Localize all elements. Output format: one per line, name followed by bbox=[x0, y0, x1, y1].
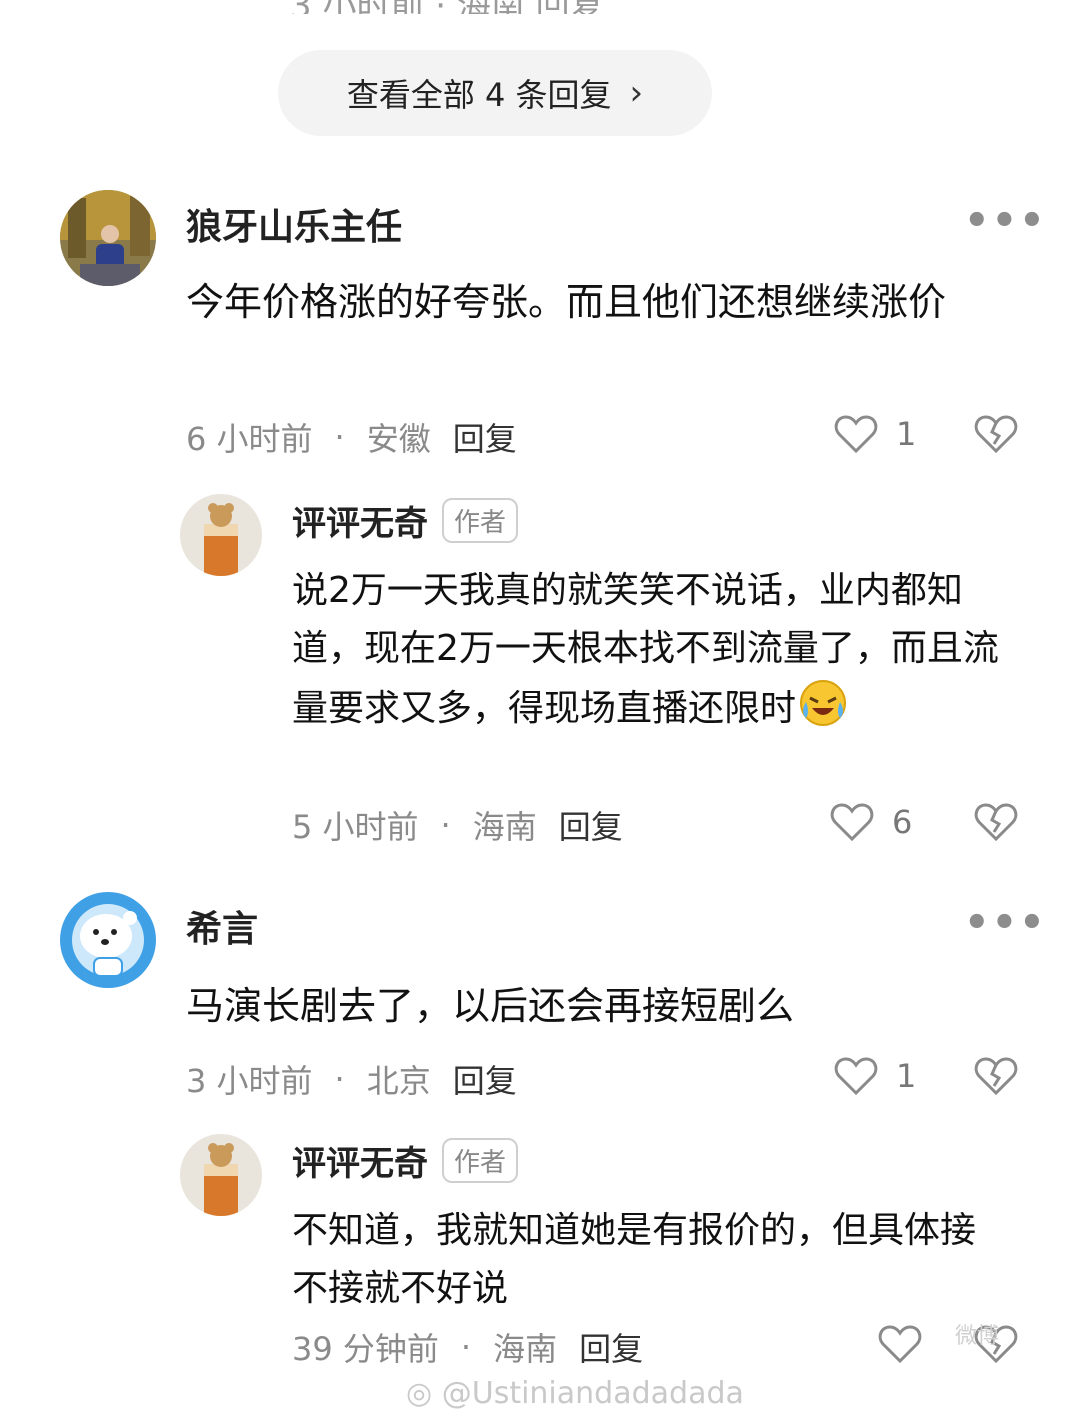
heart-icon[interactable] bbox=[878, 1324, 922, 1364]
avatar[interactable] bbox=[60, 892, 156, 988]
comment-location: 北京 bbox=[366, 1062, 431, 1100]
like-button[interactable]: 6 bbox=[830, 802, 912, 842]
weibo-logo-watermark: 微博 bbox=[955, 1324, 1000, 1349]
author-avatar[interactable] bbox=[180, 1134, 262, 1216]
like-count: 1 bbox=[896, 415, 917, 453]
reply-button[interactable]: 回复 bbox=[453, 414, 517, 460]
separator-dot: · bbox=[460, 1328, 472, 1366]
author-badge: 作者 bbox=[442, 1138, 519, 1183]
heart-icon bbox=[830, 802, 874, 842]
avatar[interactable] bbox=[60, 190, 156, 286]
reply-author-name[interactable]: 评评无奇 作者 bbox=[292, 1136, 519, 1185]
reply-author-label: 评评无奇 bbox=[292, 504, 428, 544]
reply-meta: 39 分钟前 · 海南 回复 bbox=[292, 1324, 643, 1370]
reply-time: 5 小时前 bbox=[292, 808, 419, 846]
weibo-eye-icon: ◎ bbox=[406, 1376, 433, 1411]
chevron-right-icon: › bbox=[629, 73, 644, 113]
commenter-name[interactable]: 希言 bbox=[186, 900, 258, 952]
separator-dot: · bbox=[334, 418, 345, 456]
reply-time: 39 分钟前 bbox=[292, 1330, 439, 1368]
heart-icon bbox=[834, 414, 878, 454]
reply-text: 不知道，我就知道她是有报价的，但具体接不接就不好说 bbox=[292, 1210, 977, 1309]
watermark: ◎ @Ustiniandadadada bbox=[406, 1376, 744, 1411]
comment-meta: 6 小时前 · 安徽 回复 bbox=[186, 414, 517, 460]
separator-dot: · bbox=[440, 806, 451, 844]
reply-button[interactable]: 回复 bbox=[579, 1324, 643, 1370]
reply-location: 海南 bbox=[472, 808, 537, 846]
comment-time: 3 小时前 bbox=[186, 1062, 313, 1100]
laughing-crying-emoji-icon bbox=[798, 678, 848, 728]
more-dots-icon[interactable]: ••• bbox=[964, 900, 1047, 946]
author-avatar[interactable] bbox=[180, 494, 262, 576]
broken-heart-icon[interactable] bbox=[974, 414, 1018, 454]
like-button[interactable]: 1 bbox=[834, 414, 916, 454]
reply-button[interactable]: 回复 bbox=[453, 1056, 517, 1102]
broken-heart-icon[interactable] bbox=[974, 802, 1018, 842]
previous-comment-meta-remnant: 3 小时前 · 海南 回复 bbox=[0, 0, 1080, 14]
separator-dot: · bbox=[334, 1060, 345, 1098]
author-badge: 作者 bbox=[442, 498, 519, 543]
reply-text-body: 说2万一天我真的就笑笑不说话，业内都知道，现在2万一天根本找不到流量了，而且流量… bbox=[292, 570, 999, 729]
remnant-text: 3 小时前 · 海南 回复 bbox=[290, 0, 604, 14]
like-count: 6 bbox=[892, 803, 913, 841]
comment-meta: 3 小时前 · 北京 回复 bbox=[186, 1056, 517, 1102]
reply-button[interactable]: 回复 bbox=[559, 802, 623, 848]
more-dots-icon[interactable]: ••• bbox=[964, 198, 1047, 244]
view-all-replies-button[interactable]: 查看全部 4 条回复 › bbox=[278, 50, 712, 136]
like-button[interactable]: 1 bbox=[834, 1056, 916, 1096]
reply-meta: 5 小时前 · 海南 回复 bbox=[292, 802, 623, 848]
comment-location: 安徽 bbox=[366, 420, 431, 458]
view-all-replies-label: 查看全部 4 条回复 bbox=[346, 76, 612, 114]
like-count: 1 bbox=[896, 1057, 917, 1095]
commenter-name[interactable]: 狼牙山乐主任 bbox=[186, 198, 402, 250]
comment-text: 今年价格涨的好夸张。而且他们还想继续涨价 bbox=[186, 280, 947, 324]
reply-author-label: 评评无奇 bbox=[292, 1144, 428, 1184]
broken-heart-icon[interactable] bbox=[974, 1056, 1018, 1096]
reply-author-name[interactable]: 评评无奇 作者 bbox=[292, 496, 519, 545]
reply-text: 说2万一天我真的就笑笑不说话，业内都知道，现在2万一天根本找不到流量了，而且流量… bbox=[292, 562, 1008, 738]
watermark-text: @Ustiniandadadada bbox=[441, 1376, 744, 1411]
heart-icon bbox=[834, 1056, 878, 1096]
reply-location: 海南 bbox=[493, 1330, 558, 1368]
comment-time: 6 小时前 bbox=[186, 420, 313, 458]
comment-text: 马演长剧去了，以后还会再接短剧么 bbox=[186, 984, 795, 1028]
